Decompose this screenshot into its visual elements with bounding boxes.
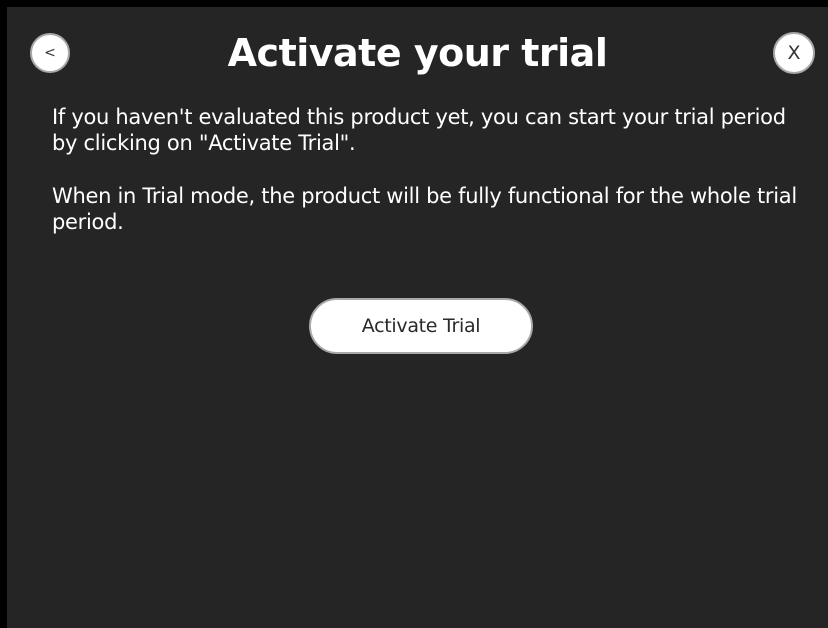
activate-trial-button[interactable]: Activate Trial xyxy=(309,298,533,354)
close-icon: X xyxy=(787,42,801,64)
activate-trial-button-label: Activate Trial xyxy=(361,315,481,337)
trial-intro-text: If you haven't evaluated this product ye… xyxy=(52,105,786,155)
trial-mode-text: When in Trial mode, the product will be … xyxy=(52,184,797,234)
activate-trial-dialog: < Activate your trial X If you haven't e… xyxy=(7,7,828,628)
dialog-title: Activate your trial xyxy=(227,31,608,75)
close-button[interactable]: X xyxy=(773,32,815,74)
